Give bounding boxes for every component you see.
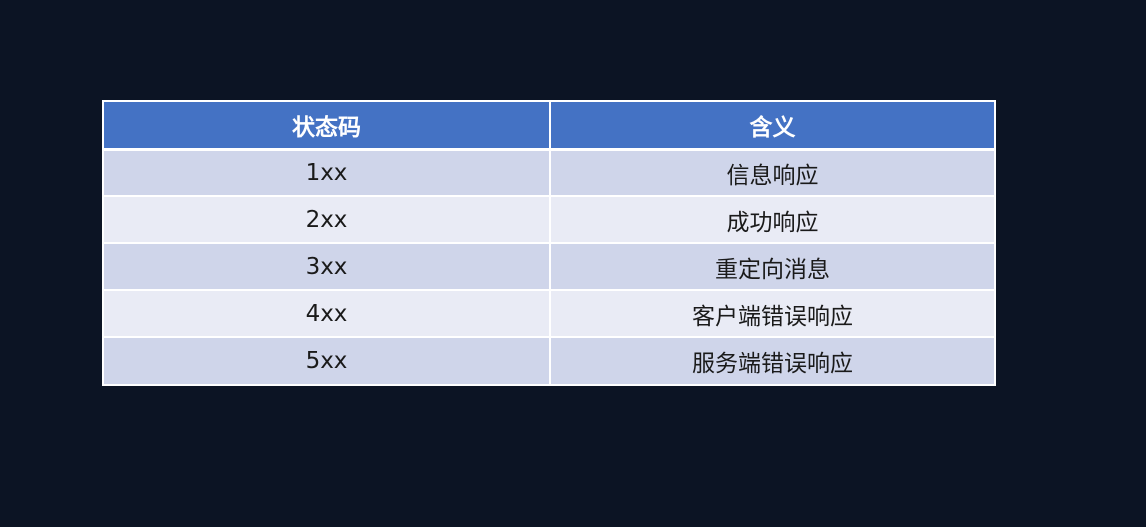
cell-status-code: 5xx	[104, 336, 550, 384]
header-status-code: 状态码	[104, 102, 550, 151]
cell-status-code: 1xx	[104, 148, 550, 196]
table-row: 5xx 服务端错误响应	[104, 336, 994, 384]
cell-meaning: 成功响应	[549, 195, 994, 243]
cell-meaning: 信息响应	[549, 148, 994, 196]
status-code-table: 状态码 含义 1xx 信息响应 2xx 成功响应 3xx 重定向消息 4xx 客…	[102, 100, 996, 386]
table-header-row: 状态码 含义	[104, 102, 994, 151]
header-meaning: 含义	[549, 102, 994, 151]
cell-meaning: 重定向消息	[549, 242, 994, 290]
table-row: 1xx 信息响应	[104, 148, 994, 196]
table-row: 4xx 客户端错误响应	[104, 289, 994, 337]
cell-status-code: 2xx	[104, 195, 550, 243]
table-row: 2xx 成功响应	[104, 195, 994, 243]
table: 状态码 含义 1xx 信息响应 2xx 成功响应 3xx 重定向消息 4xx 客…	[104, 102, 994, 384]
cell-status-code: 4xx	[104, 289, 550, 337]
cell-meaning: 客户端错误响应	[549, 289, 994, 337]
table-row: 3xx 重定向消息	[104, 242, 994, 290]
cell-status-code: 3xx	[104, 242, 550, 290]
cell-meaning: 服务端错误响应	[549, 336, 994, 384]
